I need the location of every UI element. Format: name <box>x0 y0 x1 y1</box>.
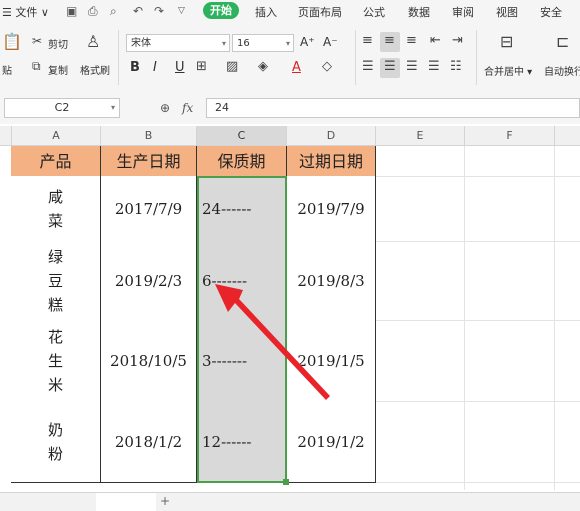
arrow-shape <box>215 284 330 400</box>
add-sheet-icon[interactable]: + <box>160 494 170 508</box>
sheet-tab-bar: + <box>0 492 580 511</box>
sheet-tab-active[interactable] <box>96 493 156 511</box>
annotation-arrow <box>215 284 330 400</box>
